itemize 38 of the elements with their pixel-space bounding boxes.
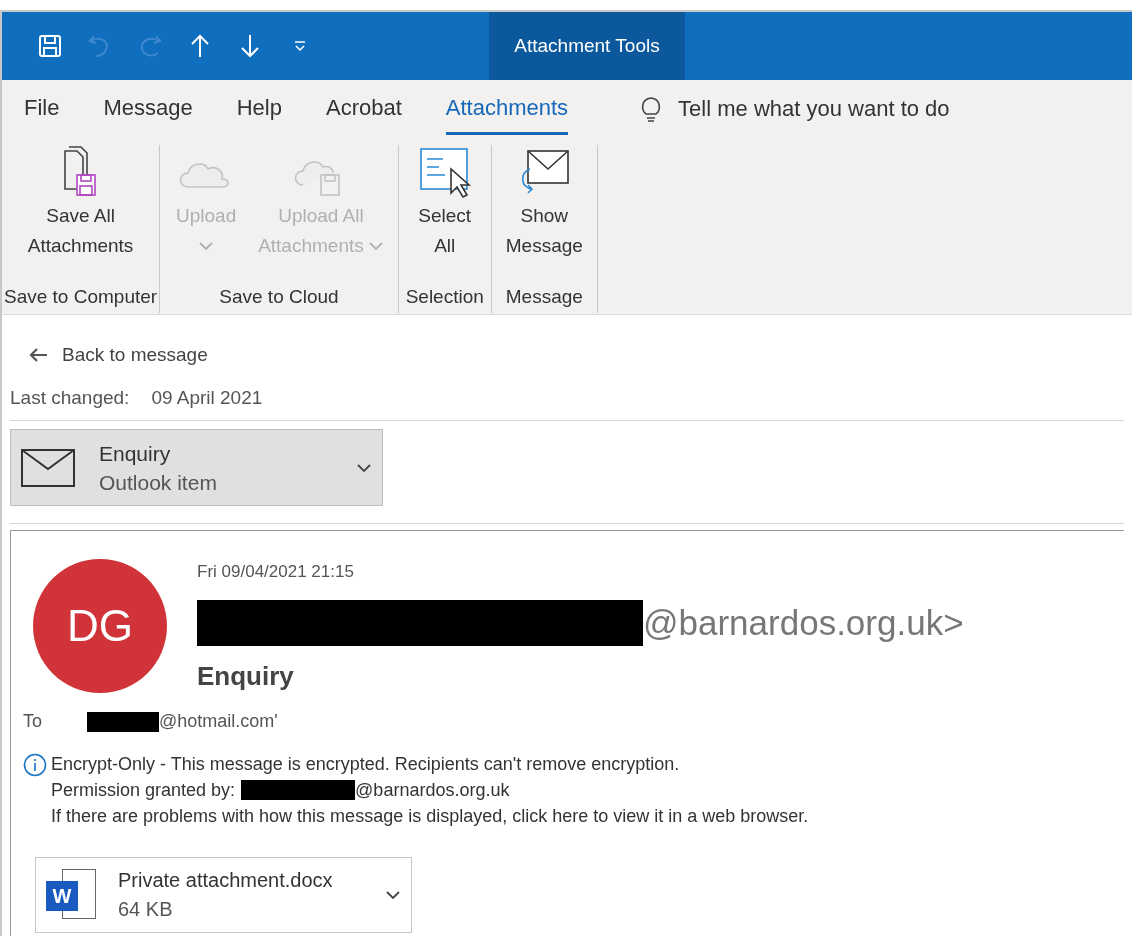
ribbon-tab[interactable]: Acrobat bbox=[326, 91, 402, 135]
lightbulb-icon bbox=[640, 94, 663, 123]
ribbon-button[interactable]: Show Message bbox=[497, 145, 591, 283]
group-label: Selection bbox=[405, 284, 484, 309]
recipient-address: @hotmail.com' bbox=[159, 710, 278, 733]
ribbon-button[interactable]: Save All Attachments bbox=[19, 145, 142, 283]
back-link[interactable]: Back to message bbox=[28, 341, 208, 370]
subject: Enquiry bbox=[197, 660, 295, 693]
ribbon-tab[interactable]: Message bbox=[103, 91, 193, 135]
encryption-notice: Encrypt-Only - This message is encrypted. Recipients can't remove encryption. bbox=[51, 753, 681, 776]
to-label: To bbox=[23, 710, 43, 733]
permission-address: @barnardos.org.uk bbox=[355, 779, 510, 802]
ribbon-button[interactable]: Select All bbox=[404, 145, 485, 283]
info-icon bbox=[23, 753, 47, 777]
ribbon-tab[interactable]: Attachments bbox=[445, 91, 569, 135]
save-icon[interactable] bbox=[36, 32, 64, 60]
group-label: Save to Computer bbox=[4, 284, 158, 309]
last-changed-date: 09 April 2021 bbox=[151, 385, 263, 410]
permission-label: Permission granted by: bbox=[51, 779, 236, 802]
attachment-item[interactable]: Enquiry Outlook item bbox=[10, 429, 383, 506]
last-changed-label: Last changed: bbox=[10, 385, 130, 410]
sent-date: Fri 09/04/2021 21:15 bbox=[197, 561, 355, 583]
sender-address: @barnardos.org.uk> bbox=[643, 601, 964, 644]
attachment-card[interactable]: W Private attachment.docx 64 KB bbox=[35, 857, 412, 933]
envelope-icon bbox=[21, 448, 75, 487]
chevron-down-icon bbox=[385, 890, 401, 900]
group-label: Message bbox=[505, 284, 583, 309]
ribbon-tab[interactable]: Help bbox=[236, 91, 282, 135]
avatar: DG bbox=[33, 559, 167, 693]
chevron-down-icon bbox=[198, 241, 215, 251]
ribbon-tab[interactable]: File bbox=[24, 91, 60, 135]
tell-me-search[interactable]: Tell me what you want to do bbox=[678, 92, 950, 125]
chevron-down-icon bbox=[367, 241, 384, 251]
chevron-down-icon bbox=[356, 462, 372, 473]
arrow-left-icon bbox=[28, 347, 48, 364]
contextual-tab-header: Attachment Tools bbox=[489, 12, 685, 80]
group-label: Save to Cloud bbox=[219, 284, 339, 309]
web-browser-notice: If there are problems with how this message is displayed, click here to view it in a web browser. bbox=[51, 805, 809, 828]
